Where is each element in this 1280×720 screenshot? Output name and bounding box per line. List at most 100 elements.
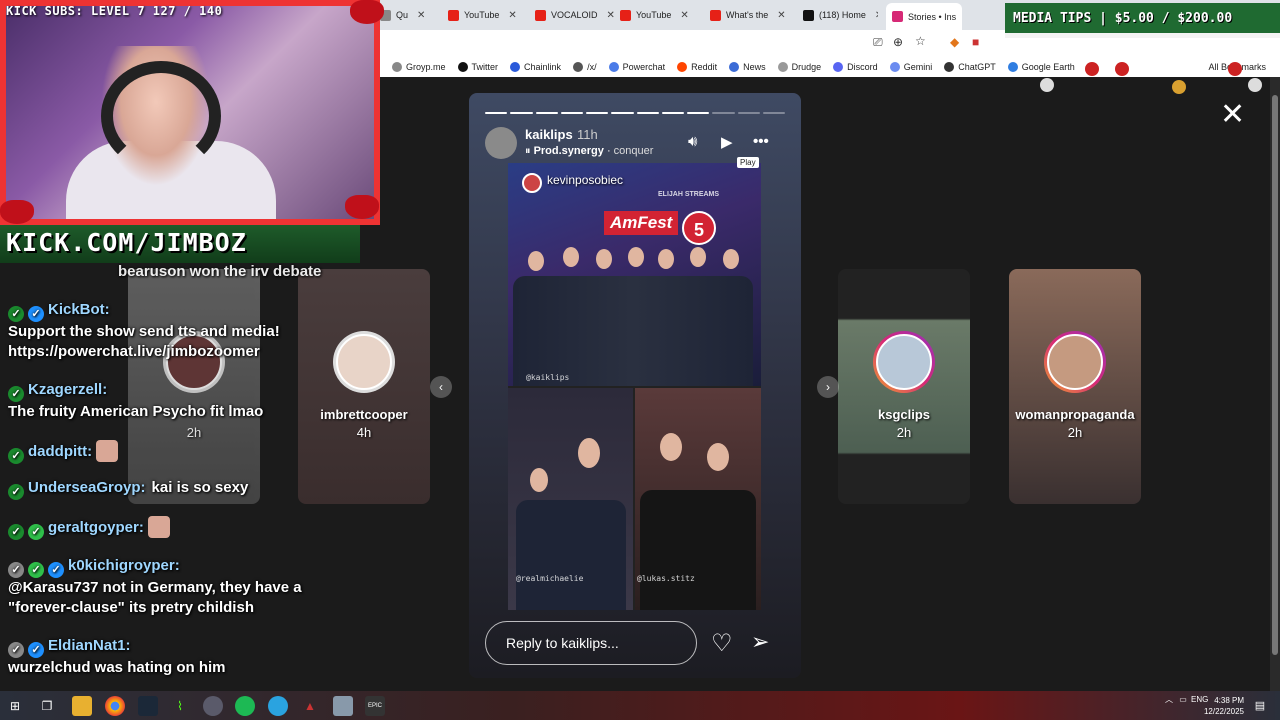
like-heart-icon[interactable]: ♡ xyxy=(711,629,733,658)
notifications-icon[interactable]: ▤ xyxy=(1250,696,1270,716)
browser-tab[interactable]: YouTube ✕ xyxy=(448,5,528,25)
kick-icon[interactable]: ⌇ xyxy=(170,696,190,716)
bookmark-item[interactable]: News xyxy=(729,62,766,72)
telegram-icon[interactable] xyxy=(268,696,288,716)
story-media: AmFest 5 ELIJAH STREAMS @kaiklips @realm… xyxy=(508,163,761,610)
story-author-avatar[interactable] xyxy=(485,127,517,159)
chat-username[interactable]: EldianNat1: xyxy=(48,636,131,656)
tab-label: (118) Home xyxy=(819,10,866,20)
chat-text: wurzelchud was hating on him xyxy=(8,659,226,676)
app-icon[interactable]: ▲ xyxy=(300,696,320,716)
cast-icon[interactable]: ⎚ xyxy=(873,35,883,50)
person-face xyxy=(530,468,548,492)
tab-close-icon[interactable]: ✕ xyxy=(607,10,615,21)
scrollbar-thumb[interactable] xyxy=(1272,95,1278,655)
bookmark-item[interactable]: Groyp.me xyxy=(392,62,446,72)
chat-username[interactable]: k0kichigroyper: xyxy=(68,556,180,576)
tray-chevron-icon[interactable]: ︿ xyxy=(1165,695,1173,704)
tab-close-icon[interactable]: ✕ xyxy=(875,10,878,21)
amfest-number-badge: 5 xyxy=(682,211,716,245)
bookmark-item[interactable]: Reddit xyxy=(677,62,717,72)
bookmark-item[interactable]: /x/ xyxy=(573,62,597,72)
browser-tab[interactable]: Stories • Ins✕ xyxy=(886,3,962,30)
bookmark-item[interactable]: ChatGPT xyxy=(944,62,996,72)
person-face xyxy=(563,247,579,267)
collage-user-avatar xyxy=(522,173,542,193)
browser-tab[interactable]: YouTube ✕ xyxy=(620,5,700,25)
person-face xyxy=(528,251,544,271)
clock[interactable]: 4:38 PM 12/22/2025 xyxy=(1200,695,1244,717)
progress-segment xyxy=(535,112,558,114)
stream-sign-text: ELIJAH STREAMS xyxy=(658,191,720,198)
media-tips-goal: MEDIA TIPS | $5.00 / $200.00 xyxy=(1005,3,1280,38)
tab-close-icon[interactable]: ✕ xyxy=(777,10,785,21)
earth-icon xyxy=(1007,62,1018,72)
epic-games-icon[interactable]: EPIC xyxy=(365,696,385,716)
bookmarks-bar: Groyp.me Twitter Chainlink/x/Powerchat Redd… xyxy=(380,57,1280,77)
steam-icon[interactable] xyxy=(138,696,158,716)
groyp-icon xyxy=(392,62,402,72)
story-preview-right-1[interactable]: ksgclips 2h xyxy=(838,269,970,504)
previous-story-button[interactable]: ‹ xyxy=(430,376,452,398)
star-icon[interactable]: ☆ xyxy=(915,34,926,48)
file-explorer-icon[interactable] xyxy=(72,696,92,716)
app-icon[interactable] xyxy=(333,696,353,716)
bookmark-item[interactable]: Chainlink xyxy=(510,62,561,72)
tab-close-icon[interactable]: ✕ xyxy=(417,10,425,21)
bookmark-item[interactable]: Powerchat xyxy=(608,62,666,72)
metamask-icon[interactable]: ◆ xyxy=(950,35,959,49)
person-face xyxy=(628,247,644,267)
reply-input[interactable]: Reply to kaiklips... xyxy=(485,621,697,665)
spotify-icon[interactable] xyxy=(235,696,255,716)
browser-tab[interactable]: VOCALOID ✕ xyxy=(535,5,615,25)
current-story[interactable]: kaiklips 11h ⏸ Prod.synergy · conquer 🔊︎… xyxy=(469,93,801,678)
story-time: 2h xyxy=(896,425,912,440)
tab-close-icon[interactable]: ✕ xyxy=(680,10,688,21)
bookmark-label: Drudge xyxy=(791,62,822,72)
send-message-icon[interactable]: ➢ xyxy=(751,629,769,655)
bookmark-label: Twitter xyxy=(471,62,499,72)
volume-icon[interactable]: 🔊︎ xyxy=(688,133,697,150)
close-icon[interactable]: ✕ xyxy=(1220,100,1245,130)
bookmark-item[interactable]: Gemini xyxy=(889,62,932,72)
task-view-icon[interactable]: ❐ xyxy=(37,696,57,716)
chat-username[interactable]: UnderseaGroyp: xyxy=(28,478,146,498)
tab-favicon-icon xyxy=(448,9,459,21)
more-options-icon[interactable]: ••• xyxy=(753,133,769,150)
person-face xyxy=(660,433,682,461)
chrome-icon[interactable] xyxy=(105,696,125,716)
next-story-button[interactable]: › xyxy=(817,376,839,398)
chat-username[interactable]: daddpitt: xyxy=(28,442,92,462)
chat-username[interactable]: KickBot: xyxy=(48,300,110,320)
tab-favicon-icon xyxy=(535,9,546,21)
browser-tab[interactable]: What's the ✕ xyxy=(710,5,795,25)
chat-badge-icon: ✓ xyxy=(28,524,44,540)
story-music-label[interactable]: ⏸ Prod.synergy · conquer xyxy=(525,145,653,158)
webcam-feed xyxy=(0,0,380,225)
person-face xyxy=(658,249,674,269)
browser-tab[interactable]: Qu ✕ xyxy=(380,5,435,25)
ribbon-bow-icon xyxy=(350,0,384,24)
browser-tab[interactable]: (118) Home ✕ xyxy=(803,5,878,25)
extension-icon[interactable]: ■ xyxy=(972,35,979,49)
windows-start-icon[interactable]: ⊞ xyxy=(5,696,25,716)
bookmark-item[interactable]: Discord xyxy=(833,62,878,72)
bookmark-label: /x/ xyxy=(587,62,597,72)
chat-username[interactable]: geraltgoyper: xyxy=(48,518,144,538)
progress-segment xyxy=(560,112,583,114)
tab-close-icon[interactable]: ✕ xyxy=(508,10,516,21)
chat-username[interactable]: Kzagerzell: xyxy=(28,380,107,400)
story-author-name[interactable]: kaiklips xyxy=(525,127,573,142)
chatgpt-icon xyxy=(944,62,955,72)
zoom-icon[interactable]: ⊕ xyxy=(893,35,903,49)
bookmark-label: Powerchat xyxy=(622,62,666,72)
network-icon[interactable]: ▭ xyxy=(1179,695,1187,704)
play-icon[interactable]: ▶ xyxy=(721,133,733,151)
story-preview-right-2[interactable]: womanpropaganda 2h xyxy=(1009,269,1141,504)
progress-segment xyxy=(611,112,634,114)
progress-segment xyxy=(661,112,684,114)
bookmark-item[interactable]: Google Earth xyxy=(1007,62,1075,72)
bookmark-item[interactable]: Twitter xyxy=(457,62,499,72)
bookmark-item[interactable]: Drudge xyxy=(777,62,822,72)
obs-icon[interactable] xyxy=(203,696,223,716)
